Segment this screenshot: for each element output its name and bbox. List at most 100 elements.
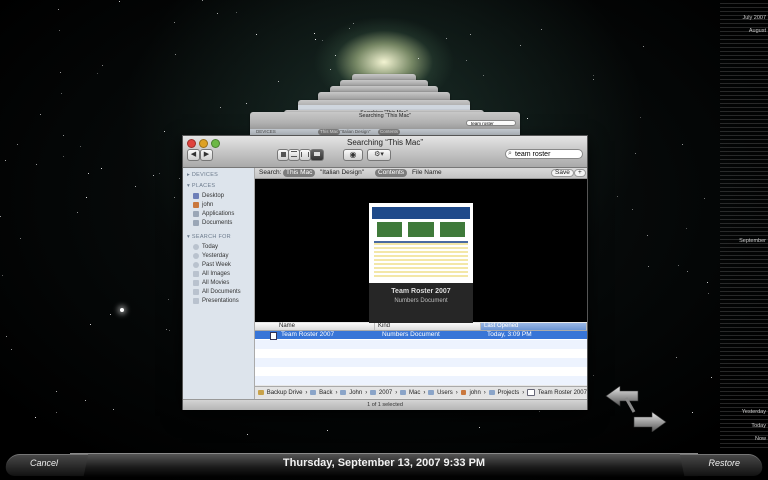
star <box>349 28 350 29</box>
path-item[interactable]: Backup Drive <box>267 387 303 398</box>
row-last-opened: Today, 3:09 PM <box>487 331 532 338</box>
sidebar-item-past-week[interactable]: Past Week <box>193 262 231 268</box>
coverflow-view-button[interactable] <box>310 149 324 161</box>
search-input[interactable]: team roster <box>505 149 583 159</box>
folder-icon <box>310 390 317 395</box>
path-bar: Backup Drive › Back › John › 2007 › Mac › Use… <box>255 386 587 398</box>
timeline[interactable]: July 2007 August September Yesterday Tod… <box>720 0 768 450</box>
path-item[interactable]: Back <box>319 387 332 398</box>
star <box>63 156 64 157</box>
star <box>2 275 3 276</box>
scope-file-name[interactable]: File Name <box>409 169 445 177</box>
gear-icon: ⚙▾ <box>374 151 384 158</box>
sidebar-item-all-images[interactable]: All Images <box>193 271 230 277</box>
title-bar[interactable]: Searching “This Mac” ◀ ▶ ◉ ⚙▾ team roste… <box>183 136 587 168</box>
star <box>59 30 60 31</box>
star <box>5 160 6 161</box>
document-header-graphic <box>372 207 470 219</box>
add-criteria-button[interactable]: + <box>574 169 586 177</box>
star <box>617 196 618 197</box>
path-item[interactable]: john <box>469 387 480 398</box>
sidebar-item-yesterday[interactable]: Yesterday <box>193 253 228 259</box>
path-item[interactable]: Users <box>437 387 453 398</box>
sidebar-item-today[interactable]: Today <box>193 244 218 250</box>
path-item[interactable]: Team Roster 2007 <box>538 387 587 398</box>
scope-contents[interactable]: Contents <box>375 169 408 177</box>
star <box>61 93 62 94</box>
star <box>682 144 683 145</box>
bright-star <box>120 308 124 312</box>
sidebar-item-all-movies[interactable]: All Movies <box>193 280 229 286</box>
timeline-label[interactable]: Yesterday <box>742 409 766 415</box>
star <box>220 107 221 108</box>
window-title: Searching “This Mac” <box>346 138 424 147</box>
coverflow-preview[interactable]: Team Roster 2007 Numbers Document <box>255 179 587 323</box>
back-in-time-arrow[interactable] <box>605 386 639 407</box>
file-list: Team Roster 2007 Numbers Document Today,… <box>255 331 587 385</box>
restore-button[interactable]: Restore <box>708 458 740 468</box>
star <box>353 23 354 24</box>
star <box>90 324 91 325</box>
search-scope-bar: Search: This Mac "Italian Design" Conten… <box>255 168 587 179</box>
clock-icon <box>193 253 199 259</box>
forward-button[interactable]: ▶ <box>200 149 213 161</box>
documents-icon <box>193 220 199 226</box>
sidebar-item-desktop[interactable]: Desktop <box>193 193 224 199</box>
star <box>169 330 170 331</box>
sidebar-header-search: ▾ SEARCH FOR <box>187 234 231 240</box>
table-row[interactable]: Team Roster 2007 Numbers Document Today,… <box>255 331 587 340</box>
timeline-label[interactable]: Now <box>755 436 766 442</box>
back-window-stack[interactable] <box>318 92 450 100</box>
star <box>704 198 705 199</box>
sidebar-item-home[interactable]: john <box>193 202 213 208</box>
star <box>335 55 336 56</box>
sidebar-item-presentations[interactable]: Presentations <box>193 298 239 304</box>
star <box>6 336 7 337</box>
star <box>711 377 712 378</box>
sidebar: ▸ DEVICES ▾ PLACES Desktop john Applicat… <box>183 168 255 400</box>
folder-icon <box>400 390 406 395</box>
timeline-label[interactable]: Today <box>751 423 766 429</box>
path-item[interactable]: John <box>349 387 362 398</box>
list-view-icon <box>291 151 297 158</box>
path-item[interactable]: 2007 <box>379 387 392 398</box>
folder-icon <box>340 390 347 395</box>
finder-window[interactable]: Searching “This Mac” ◀ ▶ ◉ ⚙▾ team roste… <box>182 135 588 410</box>
star <box>520 45 521 46</box>
star <box>35 417 36 418</box>
sidebar-item-documents[interactable]: Documents <box>193 220 232 226</box>
document-preview[interactable]: Team Roster 2007 Numbers Document <box>369 203 473 323</box>
status-bar: 1 of 1 selected <box>183 399 587 410</box>
forward-in-time-arrow[interactable] <box>633 411 667 432</box>
star <box>17 144 18 145</box>
preview-caption: Team Roster 2007 Numbers Document <box>369 283 473 323</box>
document-photos <box>377 222 465 237</box>
back-button[interactable]: ◀ <box>187 149 200 161</box>
column-last-opened[interactable]: Last Opened <box>481 323 587 330</box>
back-window-front[interactable]: Searching “This Mac” team roster DEVICES… <box>250 112 520 135</box>
sidebar-item-all-documents[interactable]: All Documents <box>193 289 241 295</box>
star <box>166 329 167 330</box>
bottom-bar: Cancel Thursday, September 13, 2007 9:33… <box>0 450 768 480</box>
star <box>0 216 1 217</box>
save-search-button[interactable]: Save <box>551 169 574 177</box>
column-kind[interactable]: Kind <box>375 323 481 330</box>
scope-folder[interactable]: "Italian Design" <box>317 169 367 177</box>
sidebar-item-applications[interactable]: Applications <box>193 211 234 217</box>
action-menu-button[interactable]: ⚙▾ <box>367 149 391 161</box>
timeline-label[interactable]: September <box>739 238 766 244</box>
column-name[interactable]: Name <box>255 323 375 330</box>
timeline-label[interactable]: August <box>749 28 766 34</box>
timeline-label[interactable]: July 2007 <box>742 15 766 21</box>
scope-this-mac[interactable]: This Mac <box>283 169 316 177</box>
star <box>77 212 78 213</box>
path-item[interactable]: Mac <box>409 387 420 398</box>
path-item[interactable]: Projects <box>498 387 520 398</box>
star <box>236 12 237 13</box>
star <box>110 314 111 315</box>
back-window[interactable] <box>298 100 470 110</box>
star <box>479 427 480 428</box>
quick-look-button[interactable]: ◉ <box>343 149 363 161</box>
star <box>692 412 693 413</box>
star <box>330 69 331 70</box>
